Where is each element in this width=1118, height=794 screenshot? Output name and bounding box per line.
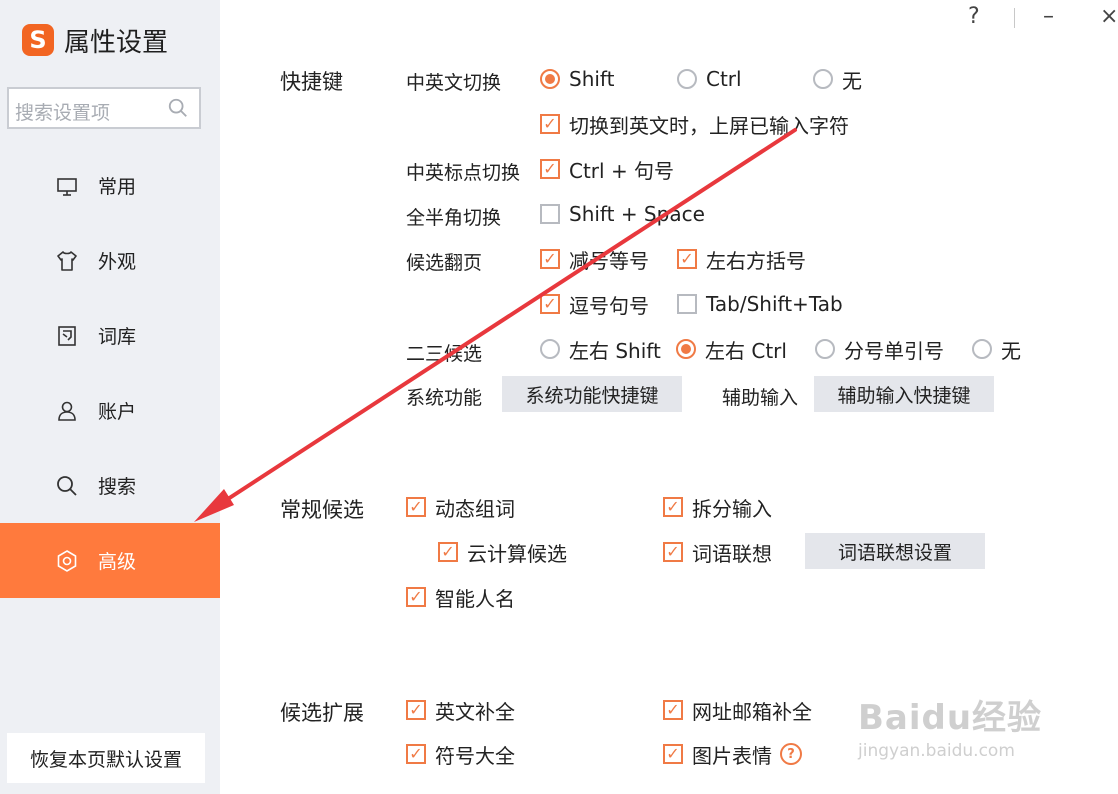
- sidebar-item-advanced[interactable]: 高级: [0, 523, 220, 598]
- checkbox[interactable]: [677, 294, 697, 314]
- radio-none-2[interactable]: 无: [972, 336, 1021, 363]
- checkbox-checked[interactable]: ✓: [663, 744, 683, 764]
- search-input[interactable]: 搜索设置项: [15, 98, 110, 125]
- checkbox-tab[interactable]: Tab/Shift+Tab: [677, 291, 843, 317]
- row-label-assist-input: 辅助输入: [722, 387, 799, 409]
- section-title-candidate-extension: 候选扩展: [280, 701, 364, 725]
- row-label-system-function: 系统功能: [406, 387, 483, 409]
- checkbox-checked[interactable]: ✓: [406, 587, 426, 607]
- checkbox-dynamic-words[interactable]: ✓ 动态组词: [406, 494, 515, 521]
- search-icon[interactable]: [167, 97, 189, 119]
- radio-left-right-shift[interactable]: 左右 Shift: [540, 336, 661, 363]
- checkbox-english-completion[interactable]: ✓ 英文补全: [406, 697, 515, 724]
- watermark-line-2: jingyan.baidu.com: [858, 741, 1015, 761]
- sidebar-item-label: 常用: [98, 176, 137, 198]
- radio-none[interactable]: 无: [813, 66, 862, 93]
- checkbox-ctrl-period[interactable]: ✓ Ctrl + 句号: [540, 156, 674, 183]
- radio-selected[interactable]: [540, 69, 560, 89]
- question-circle-icon[interactable]: ?: [780, 743, 802, 765]
- monitor-icon: [57, 177, 77, 196]
- row-label-2nd-3rd-candidate: 二三候选: [406, 343, 483, 365]
- sidebar-item-search[interactable]: 搜索: [0, 448, 220, 523]
- row-label-cn-en-switch: 中英文切换: [406, 72, 502, 94]
- shirt-icon: [57, 250, 77, 271]
- assist-hotkeys-button[interactable]: 辅助输入快捷键: [814, 376, 994, 412]
- radio[interactable]: [540, 339, 560, 359]
- help-button[interactable]: ?: [968, 4, 980, 29]
- checkbox-symbols[interactable]: ✓ 符号大全: [406, 741, 515, 768]
- checkbox-checked[interactable]: ✓: [663, 542, 683, 562]
- radio-left-right-ctrl[interactable]: 左右 Ctrl: [676, 336, 787, 363]
- checkbox-checked[interactable]: ✓: [540, 294, 560, 314]
- baidu-jingyan-watermark: Baidu经验 jingyan.baidu.com: [858, 690, 1042, 761]
- checkbox-comma-period[interactable]: ✓ 逗号句号: [540, 291, 649, 318]
- checkbox-commit-on-switch[interactable]: ✓ 切换到英文时，上屏已输入字符: [540, 111, 849, 138]
- radio-ctrl[interactable]: Ctrl: [677, 66, 742, 92]
- radio[interactable]: [677, 69, 697, 89]
- watermark-line-1: Baidu经验: [858, 698, 1043, 738]
- settings-search-box[interactable]: 搜索设置项: [7, 87, 201, 129]
- sidebar-item-label: 搜索: [98, 476, 137, 498]
- minimize-button[interactable]: –: [1043, 4, 1054, 29]
- page-title: 属性设置: [64, 27, 169, 58]
- sidebar-item-label: 外观: [98, 251, 137, 273]
- row-label-punct-switch: 中英标点切换: [406, 162, 521, 184]
- checkbox[interactable]: [540, 204, 560, 224]
- checkbox-word-association[interactable]: ✓ 词语联想: [663, 539, 772, 566]
- checkbox-minus-equal[interactable]: ✓ 减号等号: [540, 246, 649, 273]
- sidebar-item-label: 词库: [98, 326, 137, 348]
- sidebar-item-common[interactable]: 常用: [0, 148, 220, 223]
- radio-semicolon-quote[interactable]: 分号单引号: [815, 336, 944, 363]
- radio[interactable]: [972, 339, 992, 359]
- sidebar-item-label: 账户: [98, 401, 137, 423]
- checkbox-checked[interactable]: ✓: [540, 159, 560, 179]
- sogou-logo-icon: S: [22, 24, 54, 56]
- sidebar-item-appearance[interactable]: 外观: [0, 223, 220, 298]
- radio[interactable]: [813, 69, 833, 89]
- radio-selected[interactable]: [676, 339, 696, 359]
- checkbox-split-input[interactable]: ✓ 拆分输入: [663, 494, 772, 521]
- row-label-width-switch: 全半角切换: [406, 207, 502, 229]
- checkbox-checked[interactable]: ✓: [663, 700, 683, 720]
- checkbox-url-email-completion[interactable]: ✓ 网址邮箱补全: [663, 697, 812, 724]
- checkbox-checked[interactable]: ✓: [663, 497, 683, 517]
- gear-icon: [57, 549, 77, 572]
- sidebar-item-account[interactable]: 账户: [0, 373, 220, 448]
- sidebar: S 属性设置 搜索设置项 常用 外观 词库 账户 搜索 高级 恢复本页默认设置: [0, 0, 220, 794]
- system-hotkeys-button[interactable]: 系统功能快捷键: [502, 376, 682, 412]
- radio-shift[interactable]: Shift: [540, 66, 614, 92]
- checkbox-checked[interactable]: ✓: [406, 497, 426, 517]
- titlebar-divider: [1014, 8, 1015, 28]
- search-icon: [57, 475, 77, 496]
- checkbox-shift-space[interactable]: Shift + Space: [540, 201, 705, 227]
- sidebar-item-dictionary[interactable]: 词库: [0, 298, 220, 373]
- checkbox-checked[interactable]: ✓: [406, 744, 426, 764]
- app-brand: S 属性设置: [22, 20, 168, 60]
- section-title-hotkeys: 快捷键: [280, 70, 343, 94]
- word-association-settings-button[interactable]: 词语联想设置: [805, 533, 985, 569]
- checkbox-brackets[interactable]: ✓ 左右方括号: [677, 246, 806, 273]
- checkbox-checked[interactable]: ✓: [540, 249, 560, 269]
- checkbox-checked[interactable]: ✓: [406, 700, 426, 720]
- close-button[interactable]: ×: [1100, 4, 1118, 29]
- restore-defaults-button[interactable]: 恢复本页默认设置: [7, 733, 205, 783]
- checkbox-image-emoji[interactable]: ✓ 图片表情 ?: [663, 741, 802, 768]
- checkbox-checked[interactable]: ✓: [540, 114, 560, 134]
- section-title-general-candidates: 常规候选: [280, 498, 364, 522]
- radio[interactable]: [815, 339, 835, 359]
- checkbox-checked[interactable]: ✓: [438, 542, 458, 562]
- row-label-candidate-paging: 候选翻页: [406, 252, 483, 274]
- checkbox-checked[interactable]: ✓: [677, 249, 697, 269]
- checkbox-cloud-candidates[interactable]: ✓ 云计算候选: [438, 539, 567, 566]
- checkbox-smart-names[interactable]: ✓ 智能人名: [406, 584, 515, 611]
- book-icon: [58, 325, 76, 346]
- user-icon: [58, 401, 76, 421]
- sidebar-item-label: 高级: [98, 551, 137, 573]
